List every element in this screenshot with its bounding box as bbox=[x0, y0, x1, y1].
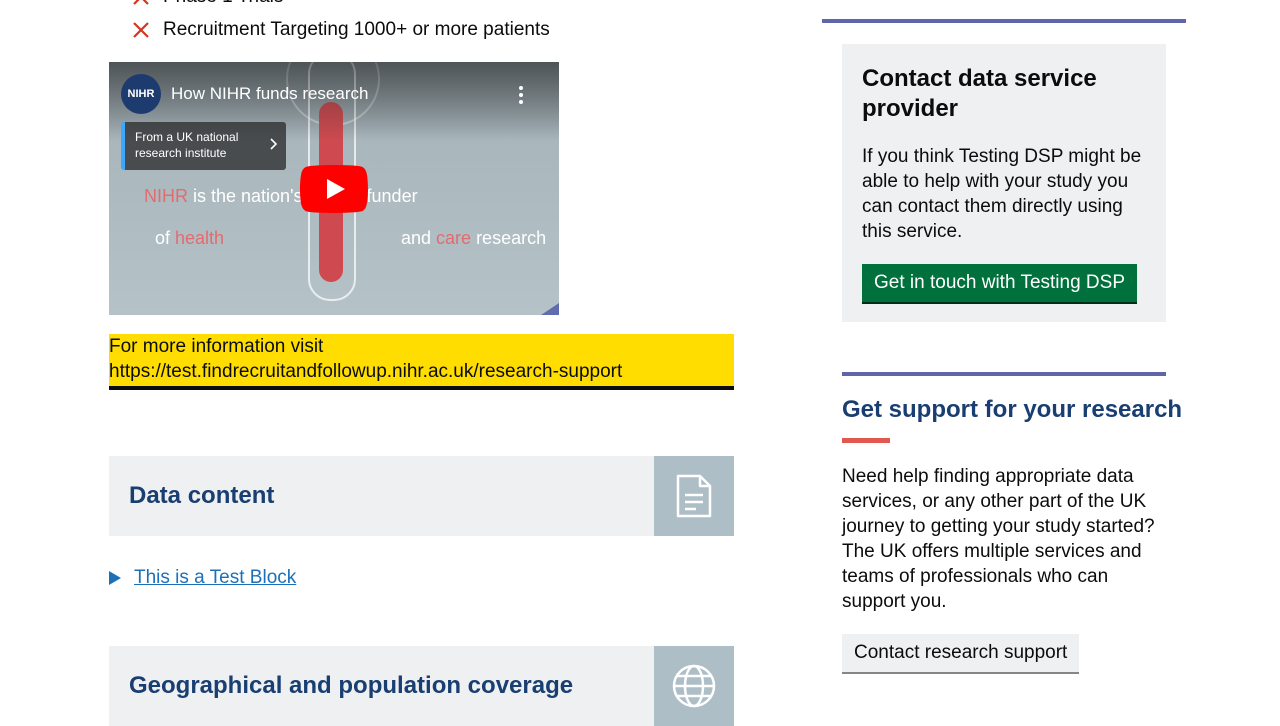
criteria-item-label: Recruitment Targeting 1000+ or more pati… bbox=[163, 19, 550, 40]
video-embed[interactable]: NIHR How NIHR funds research From a UK n… bbox=[109, 62, 559, 315]
section-heading: Data content bbox=[129, 482, 275, 509]
chevron-right-icon bbox=[270, 138, 278, 150]
details-toggle[interactable]: This is a Test Block bbox=[109, 567, 296, 589]
video-caption-line: of health bbox=[155, 228, 225, 248]
contact-heading: Contact data service provider bbox=[862, 65, 1097, 122]
divider bbox=[822, 19, 1186, 23]
video-caption-line: NIHR is the nation's largest funder bbox=[144, 186, 418, 206]
document-icon bbox=[676, 474, 712, 518]
cross-icon bbox=[133, 22, 149, 38]
video-caption-line: and care research bbox=[401, 228, 547, 248]
more-options-icon[interactable] bbox=[514, 84, 528, 106]
section-heading: Geographical and population coverage bbox=[129, 672, 574, 699]
support-body: Need help finding appropriate data servi… bbox=[842, 466, 1155, 612]
criteria-item: Phase 1 Trials bbox=[132, 0, 283, 9]
info-banner-url: https://test.findrecruitandfollowup.nihr… bbox=[109, 361, 623, 382]
triangle-right-icon bbox=[109, 571, 121, 585]
contact-body: If you think Testing DSP might be able t… bbox=[862, 146, 1142, 242]
info-banner: For more information visit https://test.… bbox=[109, 334, 734, 390]
info-panel[interactable]: From a UK national research institute bbox=[121, 122, 286, 170]
data-content-panel: Data content bbox=[109, 456, 734, 536]
geographical-coverage-panel: Geographical and population coverage bbox=[109, 646, 734, 726]
info-panel-text: From a UK national research institute bbox=[135, 130, 239, 160]
video-title[interactable]: How NIHR funds research bbox=[171, 84, 368, 104]
contact-provider-box: Contact data service provider If you thi… bbox=[842, 44, 1166, 322]
heading-accent-bar bbox=[842, 438, 890, 443]
get-in-touch-button[interactable]: Get in touch with Testing DSP bbox=[862, 264, 1137, 302]
criteria-item: Recruitment Targeting 1000+ or more pati… bbox=[132, 18, 550, 42]
play-icon[interactable] bbox=[300, 165, 368, 213]
support-heading: Get support for your research bbox=[842, 396, 1183, 423]
details-link[interactable]: This is a Test Block bbox=[134, 567, 296, 589]
cross-icon bbox=[133, 0, 149, 5]
channel-avatar[interactable]: NIHR bbox=[121, 74, 161, 114]
globe-icon bbox=[672, 664, 716, 708]
contact-research-support-button[interactable]: Contact research support bbox=[842, 634, 1080, 672]
criteria-item-label: Phase 1 Trials bbox=[163, 0, 283, 9]
divider bbox=[842, 372, 1166, 376]
info-banner-text: For more information visit bbox=[109, 336, 324, 357]
